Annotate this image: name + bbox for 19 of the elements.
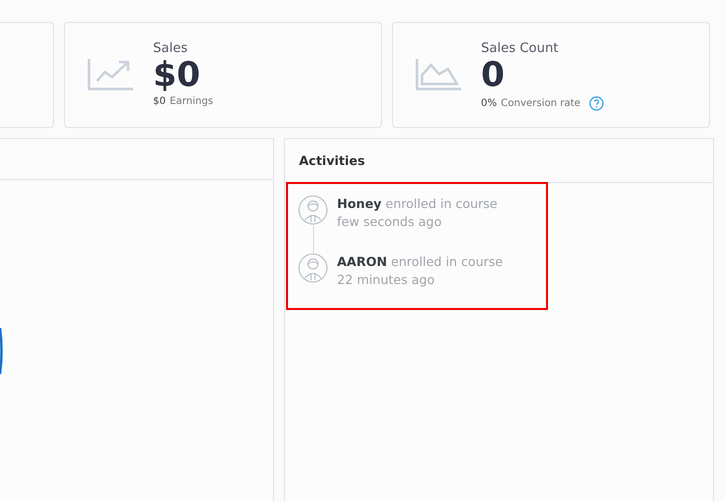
stat-title: Sales — [153, 41, 189, 56]
stat-title: Sales Count — [481, 41, 560, 56]
stat-sub-label: Earnings — [170, 96, 214, 107]
activity-time: 22 minutes ago — [337, 272, 436, 287]
user-avatar-icon — [298, 195, 328, 225]
help-icon[interactable] — [589, 96, 604, 111]
area-chart-icon — [415, 57, 463, 91]
donut-arc-drawing — [0, 326, 3, 376]
user-avatar-icon — [298, 253, 328, 283]
stat-sub-value: $0 — [153, 96, 166, 107]
stat-sub-label: Conversion rate — [500, 98, 580, 109]
activity-text: AARON enrolled in course — [337, 254, 503, 269]
activity-text: Honey enrolled in course — [337, 196, 498, 211]
stat-value: $0 — [153, 56, 202, 94]
panel-title: Activities — [299, 153, 365, 168]
activity-time: few seconds ago — [337, 214, 443, 229]
stat-value: 0 — [481, 56, 506, 94]
trend-chart-icon — [87, 57, 135, 91]
stat-sub-value: 0% — [481, 98, 497, 109]
